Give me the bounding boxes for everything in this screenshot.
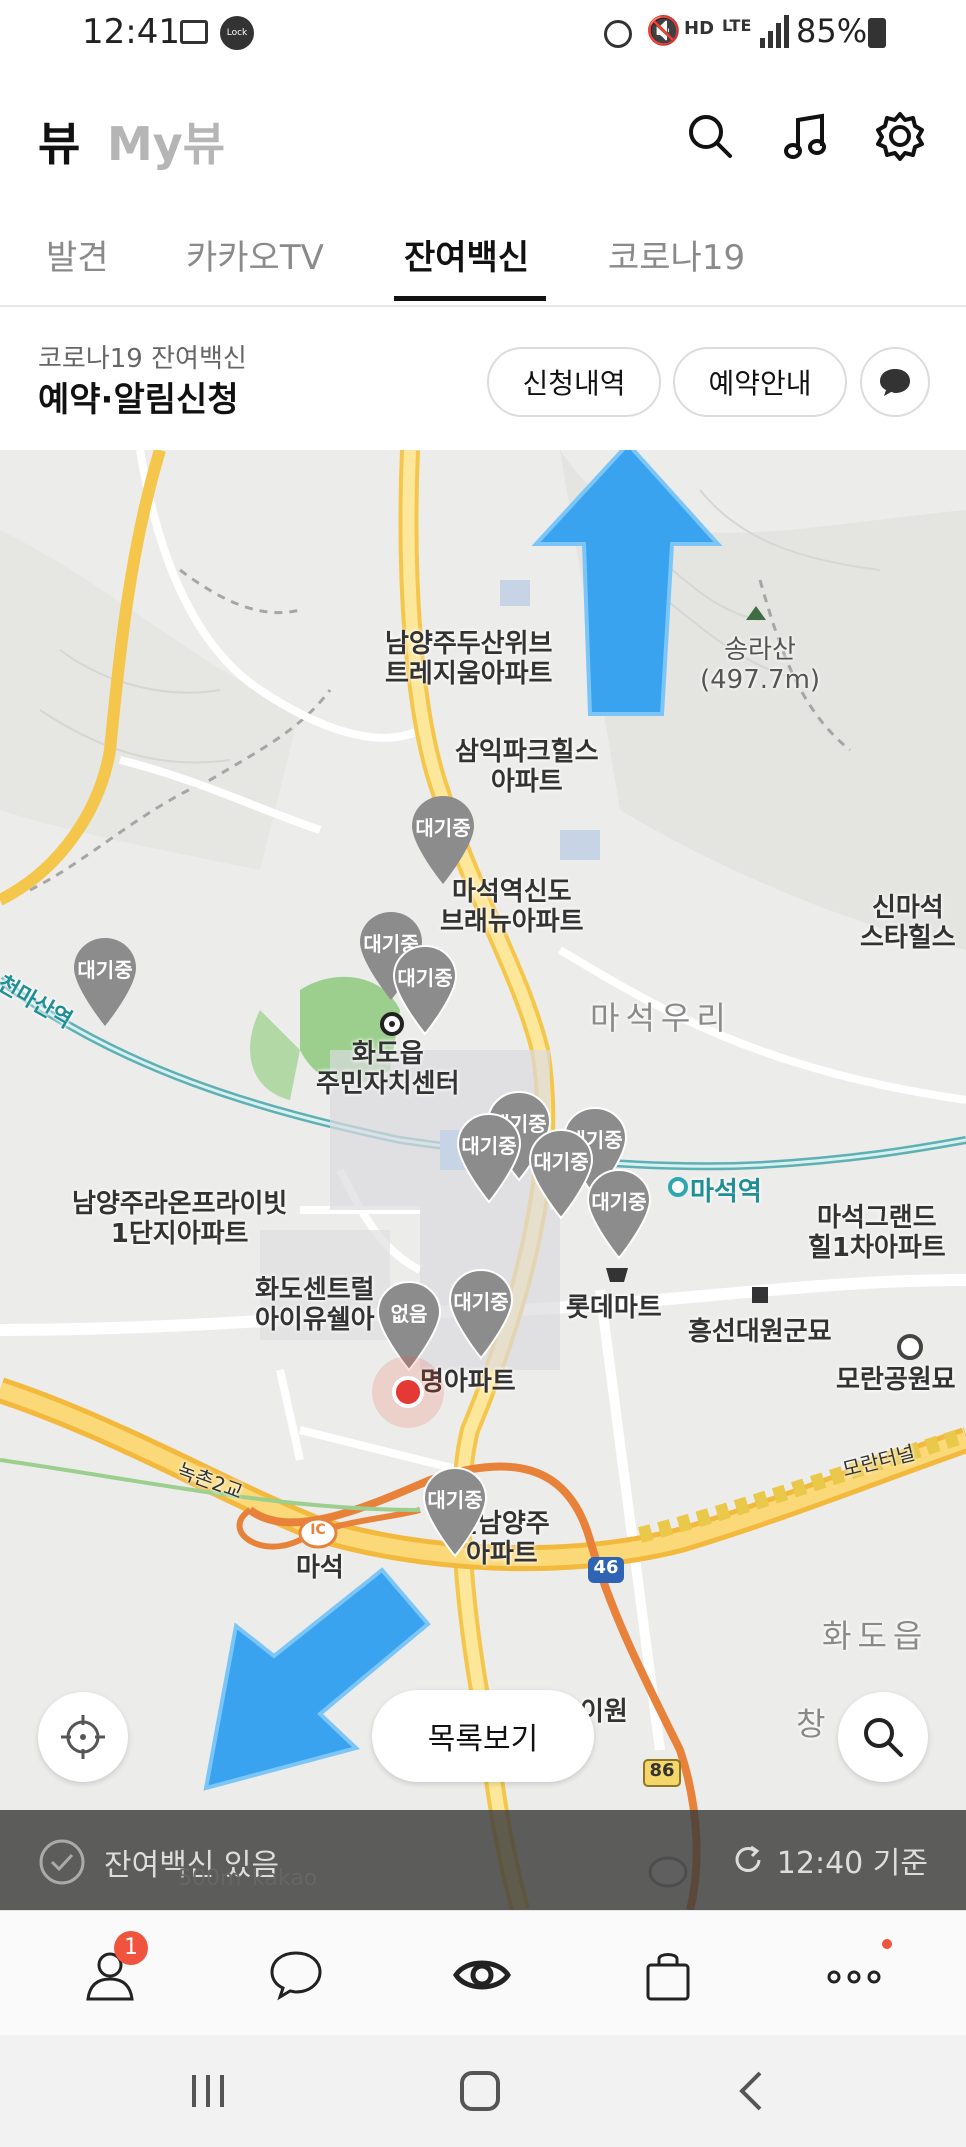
map-label: 삼익파크힐스 아파트 (455, 737, 599, 797)
mute-icon: 🔇 (646, 14, 681, 47)
map-label: 신마석 스타힐스 (860, 893, 956, 953)
map-label: 롯데마트 (566, 1293, 662, 1323)
home-icon[interactable] (458, 2069, 502, 2117)
view-title[interactable]: 뷰 (38, 108, 80, 174)
reservation-guide-button[interactable]: 예약안내 (673, 347, 847, 417)
info-subtitle: 코로나19 잔여백신 (38, 344, 247, 374)
search-icon[interactable] (680, 106, 740, 166)
tab-kakaotv[interactable]: 카카오TV (186, 230, 324, 279)
map-label: 창 (796, 1705, 832, 1743)
vaccine-pin[interactable]: 대기중 (422, 1466, 488, 1558)
map-label: 마석우리 (590, 999, 732, 1037)
map-label: 남양주라온프라이빗 1단지아파트 (72, 1189, 288, 1249)
tab-remaining-vaccine[interactable]: 잔여백신 (404, 230, 529, 279)
myview-title[interactable]: My뷰 (107, 108, 225, 174)
map-label: 흥선대원군묘 (688, 1317, 832, 1347)
vaccine-pin[interactable]: 대기중 (528, 1128, 594, 1220)
tab-discover[interactable]: 발견 (46, 230, 109, 279)
active-tab-indicator (394, 296, 546, 301)
status-time: 12:41 (82, 12, 180, 52)
map-label: 마석역 (690, 1177, 762, 1207)
battery-icon (868, 18, 886, 48)
info-headline: 예약·알림신청 (38, 380, 239, 420)
crosshair-icon (61, 1715, 105, 1759)
map-label: 마석그랜드 힐1차아파트 (808, 1203, 946, 1263)
map-search-button[interactable] (838, 1692, 928, 1782)
chat-button[interactable] (860, 347, 930, 417)
vaccine-pin[interactable]: 대기중 (392, 944, 458, 1036)
application-history-button[interactable]: 신청내역 (487, 347, 661, 417)
settings-icon[interactable] (870, 106, 930, 166)
vaccine-pin[interactable]: 대기중 (72, 936, 138, 1028)
chat-icon[interactable] (266, 1945, 326, 2005)
battery-percent: 85% (796, 12, 868, 50)
kakao-logo: kakao (252, 1866, 318, 1891)
road-shield-46: 46 (593, 1557, 619, 1578)
back-icon[interactable] (732, 2069, 772, 2117)
current-location-marker (372, 1356, 444, 1428)
map-label: 화도센트럴 아이유쉘아 (255, 1275, 375, 1335)
system-navigation-bar (0, 2035, 966, 2147)
list-view-button[interactable]: 목록보기 (372, 1690, 594, 1782)
view-icon[interactable] (452, 1945, 512, 2005)
vaccine-pin[interactable]: 대기중 (586, 1168, 652, 1260)
music-icon[interactable] (776, 106, 836, 166)
locate-me-button[interactable] (38, 1692, 128, 1782)
legend-available[interactable]: 잔여백신 있음 (38, 1838, 279, 1886)
check-circle-icon (39, 1839, 85, 1885)
friends-icon[interactable]: 1 (80, 1931, 148, 2005)
interchange-badge: IC (310, 1522, 326, 1538)
vaccine-pin[interactable]: 대기중 (410, 794, 476, 886)
network-type: LTE (722, 16, 752, 35)
tab-corona19[interactable]: 코로나19 (608, 230, 745, 279)
vaccine-pin[interactable]: 대기중 (456, 1112, 522, 1204)
alarm-icon (604, 20, 632, 48)
map-scale: 500m (178, 1866, 242, 1891)
vaccine-legend-bar: 잔여백신 있음 12:40 기준 (0, 1810, 966, 1910)
status-bar: 12:41 Lock 🔇 HD LTE 85% (0, 0, 966, 70)
signal-icon (760, 14, 790, 48)
refresh-icon (735, 1845, 761, 1872)
refresh-time[interactable]: 12:40 기준 (731, 1838, 928, 1882)
lock-badge-icon: Lock (220, 16, 254, 50)
updated-time: 12:40 기준 (776, 1846, 928, 1881)
gallery-icon (180, 20, 208, 44)
bottom-navigation: 1 (0, 1910, 966, 2036)
map-label: 마석역신도 브래뉴아파트 (440, 877, 584, 937)
chat-bubble-icon (880, 369, 910, 396)
map-label: 모란공원묘 (836, 1365, 956, 1395)
map-label: 화도읍 주민자치센터 (316, 1039, 460, 1099)
search-icon (864, 1718, 903, 1757)
notification-badge: 1 (114, 1931, 148, 1965)
annotation-arrow-up (531, 450, 723, 716)
vaccine-pin[interactable]: 대기중 (448, 1268, 514, 1360)
road-shield-86: 86 (649, 1760, 675, 1781)
hd-voice-icon: HD (684, 18, 715, 39)
more-icon[interactable] (824, 1939, 892, 2005)
new-dot (882, 1939, 892, 1949)
header-divider (0, 305, 966, 307)
recent-apps-icon[interactable] (188, 2069, 228, 2117)
shopping-icon[interactable] (638, 1945, 698, 2005)
map-label: 화도읍 (822, 1617, 929, 1655)
